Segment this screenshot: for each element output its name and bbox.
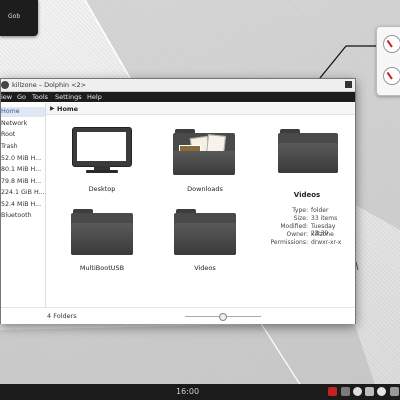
location-bar[interactable]: ▶ Home	[46, 103, 355, 115]
dolphin-window: killzone – Dolphin <2> iew Go Tools Sett…	[0, 78, 356, 324]
title-bar[interactable]: killzone – Dolphin <2>	[1, 79, 355, 92]
taskbar: 16:00	[0, 384, 400, 400]
app-menu-icon[interactable]	[1, 81, 9, 89]
information-panel: Videos Type: folder Size: 33 items Modif…	[261, 115, 353, 305]
window-title: killzone – Dolphin <2>	[12, 81, 87, 89]
file-item-label: MultiBootUSB	[79, 264, 125, 272]
menu-tools[interactable]: Tools	[32, 93, 48, 101]
folder-downloads-icon	[173, 129, 237, 179]
sidebar-item-device[interactable]: 52.4 MiB H...	[1, 200, 45, 210]
clock[interactable]: 16:00	[176, 387, 199, 396]
gauge-icon	[383, 35, 400, 53]
sidebar-item-device[interactable]: 52.0 MiB H...	[1, 154, 45, 164]
status-bar: 4 Folders	[1, 307, 355, 324]
tray-notifications-icon[interactable]	[377, 387, 386, 396]
sidebar-item-root[interactable]: Root	[1, 130, 45, 140]
folder-icon	[174, 209, 236, 257]
desktop-widget[interactable]: Gob	[0, 0, 38, 36]
folder-icon	[71, 209, 133, 257]
status-text: 4 Folders	[47, 312, 77, 320]
sidebar-item-home[interactable]: Home	[1, 107, 45, 117]
tray-extra-icon[interactable]	[390, 387, 399, 396]
desktop: Gob killzone – Dolphin <2> iew Go Tools …	[0, 0, 400, 400]
folder-icon	[278, 129, 338, 175]
tray-app-icon[interactable]	[328, 387, 337, 396]
gauge-gadget[interactable]	[376, 26, 400, 96]
info-title: Videos	[293, 191, 321, 199]
menu-view[interactable]: iew	[1, 93, 12, 101]
desktop-widget-label: Gob	[8, 13, 21, 20]
tray-volume-icon[interactable]	[365, 387, 374, 396]
places-sidebar: Home Network Root Trash 52.0 MiB H... 80…	[1, 103, 46, 323]
file-item-videos[interactable]: Videos	[165, 207, 245, 277]
menu-settings[interactable]: Settings	[55, 93, 82, 101]
file-item-label: Videos	[194, 264, 216, 272]
sidebar-item-trash[interactable]: Trash	[1, 142, 45, 152]
menu-go[interactable]: Go	[17, 93, 26, 101]
sidebar-item-device[interactable]: 80.1 MiB H...	[1, 165, 45, 175]
tray-network-icon[interactable]	[353, 387, 362, 396]
gauge-icon	[383, 67, 400, 85]
sidebar-item-device[interactable]: 79.8 MiB H...	[1, 177, 45, 187]
file-item-downloads[interactable]: Downloads	[165, 123, 245, 198]
close-icon[interactable]	[345, 81, 352, 88]
chevron-right-icon[interactable]: ▶	[50, 105, 55, 112]
zoom-slider-handle[interactable]	[219, 313, 227, 321]
tray-clipboard-icon[interactable]	[341, 387, 350, 396]
file-item-label: Desktop	[88, 185, 116, 193]
menu-help[interactable]: Help	[87, 93, 102, 101]
file-item-label: Downloads	[187, 185, 223, 193]
sidebar-item-bluetooth[interactable]: Bluetooth	[1, 211, 45, 221]
file-item-multibootusb[interactable]: MultiBootUSB	[62, 207, 142, 277]
menu-bar: iew Go Tools Settings Help	[1, 92, 355, 102]
sidebar-item-device[interactable]: 224.1 GiB H...	[1, 188, 45, 198]
file-item-desktop[interactable]: Desktop	[62, 123, 142, 198]
sidebar-item-network[interactable]: Network	[1, 119, 45, 129]
monitor-icon	[72, 127, 132, 173]
breadcrumb[interactable]: Home	[57, 105, 78, 113]
